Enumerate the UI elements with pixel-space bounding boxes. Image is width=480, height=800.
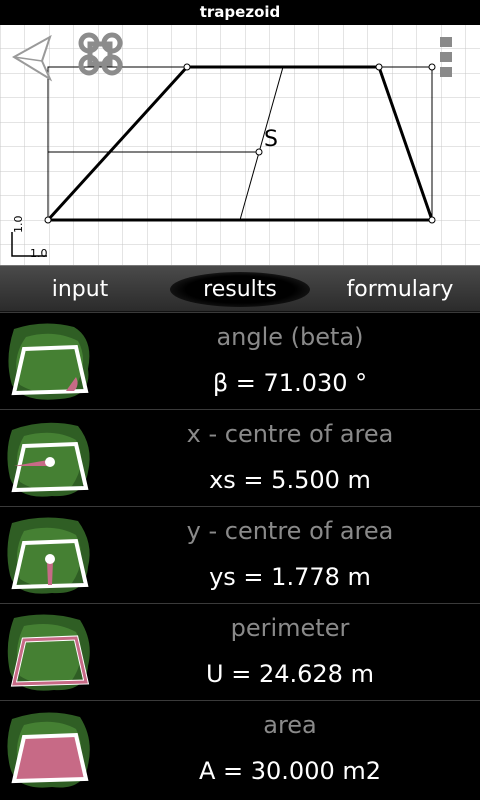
result-title: area (263, 711, 317, 739)
centroid-label: S (264, 127, 278, 152)
result-title: y - centre of area (186, 517, 394, 545)
angle-beta-icon (8, 323, 90, 400)
tab-input[interactable]: input (0, 266, 160, 313)
vertex-handle[interactable] (183, 63, 191, 71)
overflow-menu-icon[interactable] (440, 37, 452, 77)
result-row-angle[interactable]: angle (beta) β = 71.030 ° (0, 312, 480, 408)
vertex-handle[interactable] (428, 216, 436, 224)
scale-label-x: 1.0 (30, 247, 48, 260)
window-title: trapezoid (0, 0, 480, 25)
result-value: ys = 1.778 m (209, 563, 371, 591)
area-icon (7, 712, 90, 788)
results-list: angle (beta) β = 71.030 ° x - centre of … (0, 312, 480, 800)
perimeter-icon (7, 614, 90, 691)
vertex-handle[interactable] (375, 63, 383, 71)
result-title: perimeter (230, 614, 350, 642)
result-title: x - centre of area (186, 420, 394, 448)
result-value: U = 24.628 m (206, 660, 374, 688)
result-row-perimeter[interactable]: perimeter U = 24.628 m (0, 603, 480, 699)
scale-label-y: 1.0 (12, 216, 25, 234)
result-value: xs = 5.500 m (209, 466, 371, 494)
vertex-handle[interactable] (428, 63, 436, 71)
centroid-point (255, 148, 263, 156)
grid (0, 25, 480, 265)
result-title: angle (beta) (216, 323, 364, 351)
x-centre-icon (7, 422, 90, 497)
result-row-y-centre[interactable]: y - centre of area ys = 1.778 m (0, 506, 480, 602)
tab-results[interactable]: results (160, 266, 320, 313)
y-centre-icon (7, 517, 90, 594)
result-row-area[interactable]: area A = 30.000 m2 (0, 700, 480, 796)
result-value: β = 71.030 ° (212, 369, 368, 397)
drawing-canvas[interactable]: S 1.0 1.0 (0, 25, 480, 265)
result-row-x-centre[interactable]: x - centre of area xs = 5.500 m (0, 409, 480, 505)
tab-results-label: results (203, 277, 277, 302)
vertex-handle[interactable] (44, 216, 52, 224)
tab-formulary[interactable]: formulary (320, 266, 480, 313)
trapezoid-drawing[interactable]: S 1.0 1.0 (0, 25, 480, 265)
result-value: A = 30.000 m2 (198, 757, 382, 785)
tab-bar: input results formulary (0, 265, 480, 312)
